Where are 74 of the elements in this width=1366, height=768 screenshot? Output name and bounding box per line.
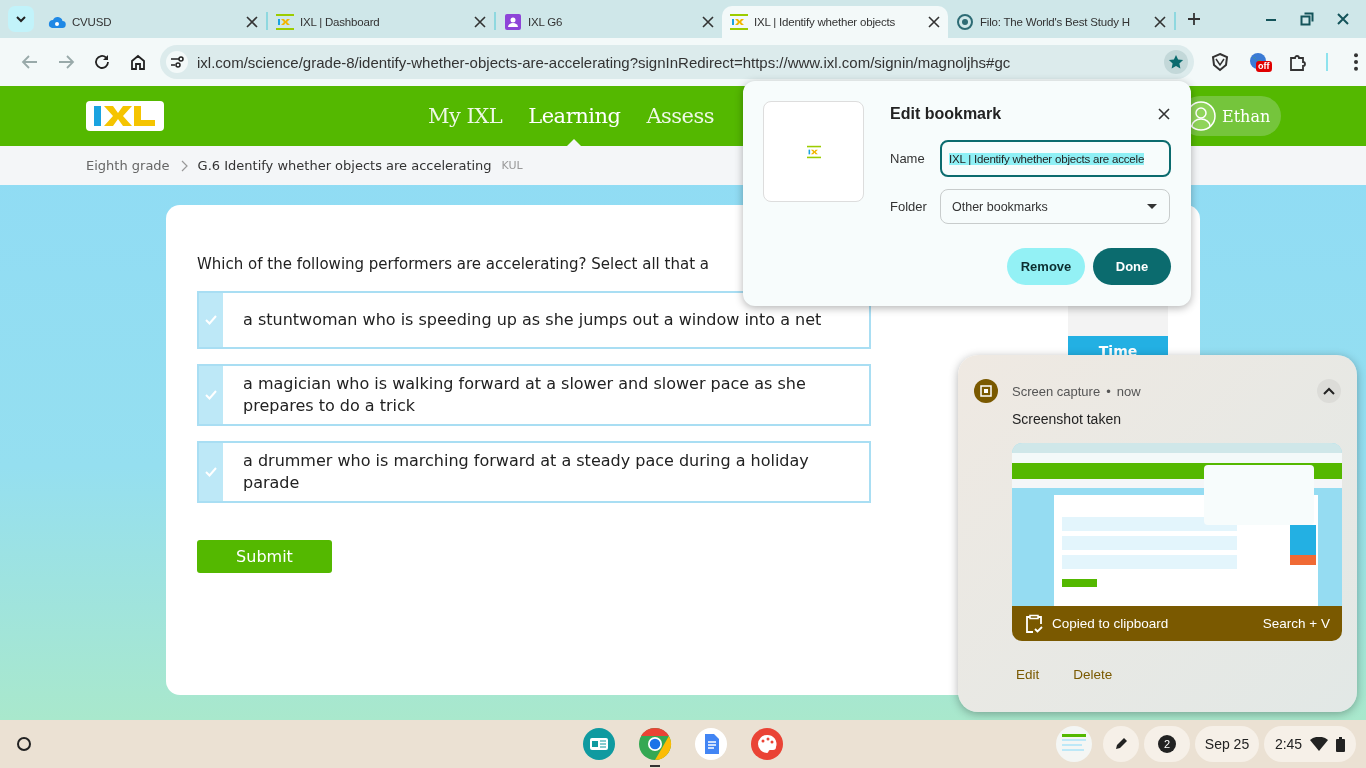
- reload-icon[interactable]: [93, 53, 111, 71]
- field-label: Name: [890, 151, 926, 166]
- person-icon: [504, 14, 522, 30]
- shield-icon[interactable]: [1210, 52, 1230, 72]
- browser-tab[interactable]: IXL | Identify whether objects: [722, 6, 948, 38]
- question-text: Which of the following performers are accelerating? Select all that a: [197, 255, 710, 273]
- address-bar[interactable]: ixl.com/science/grade-8/identify-whether-objects-are-accelerating?signInRedirect=https://www.ixl.com/signin/magnoljhs#gc: [160, 45, 1194, 79]
- breadcrumb-link[interactable]: Eighth grade: [86, 158, 170, 173]
- ixl-logo-icon: [730, 14, 748, 30]
- check-icon: [205, 315, 217, 325]
- launcher-icon[interactable]: [16, 736, 32, 752]
- close-icon[interactable]: [1336, 12, 1350, 26]
- folder-dropdown[interactable]: Other bookmarks: [940, 189, 1170, 224]
- caret-icon: [15, 15, 27, 23]
- notification-action[interactable]: Edit: [1016, 667, 1040, 682]
- field-label: Folder: [890, 199, 928, 214]
- ixl-logo-icon: [806, 144, 821, 159]
- wifi-icon: [1310, 737, 1329, 751]
- paint-palette-icon[interactable]: [750, 727, 784, 761]
- close-icon[interactable]: [702, 16, 714, 28]
- clipboard-check-icon: [1024, 613, 1044, 634]
- name-field[interactable]: IXL | Identify whether objects are accele: [940, 140, 1171, 177]
- chrome-icon[interactable]: [638, 727, 672, 761]
- answer-choice[interactable]: a stuntwoman who is speeding up as she jumps out a window into a net: [197, 291, 871, 349]
- notification-source: Screen capture: [1012, 383, 1101, 399]
- banner-text: Copied to clipboard: [1052, 616, 1169, 631]
- restore-icon[interactable]: [1300, 12, 1314, 26]
- site-settings-icon[interactable]: [170, 55, 184, 69]
- close-icon[interactable]: [1154, 16, 1166, 28]
- docs-icon[interactable]: [694, 727, 728, 761]
- caret-icon: [1323, 387, 1335, 395]
- home-icon[interactable]: [129, 53, 147, 71]
- done-button[interactable]: Done: [1093, 248, 1171, 285]
- ixl-logo-icon: [276, 14, 294, 30]
- breadcrumb-link[interactable]: G.6 Identify whether objects are accelerating: [197, 158, 492, 173]
- puzzle-icon[interactable]: [1288, 52, 1308, 72]
- screen-capture-icon: [974, 379, 998, 403]
- cloud-icon: [48, 14, 66, 30]
- browser-tab[interactable]: IXL G6: [496, 6, 722, 38]
- notification-title: Screenshot taken: [1012, 411, 1122, 427]
- browser-tab[interactable]: Filo: The World's Best Study H: [948, 6, 1174, 38]
- close-icon[interactable]: [246, 16, 258, 28]
- close-icon[interactable]: [1157, 107, 1171, 121]
- news-app-icon[interactable]: [582, 727, 616, 761]
- notification-time: now: [1116, 383, 1141, 399]
- browser-tab[interactable]: CVUSD: [40, 6, 266, 38]
- status-badge: off: [1256, 61, 1272, 72]
- answer-choice[interactable]: a magician who is walking forward at a slower and slower pace as she prepares to do a trick: [197, 364, 871, 426]
- browser-tab[interactable]: IXL | Dashboard: [268, 6, 494, 38]
- chevron-right-icon: [179, 159, 188, 172]
- skill-code: KUL: [501, 159, 523, 172]
- date-button[interactable]: Sep 25: [1195, 726, 1259, 762]
- pen-icon: [1113, 736, 1129, 752]
- separator-dot: •: [1106, 383, 1111, 399]
- remove-button[interactable]: Remove: [1007, 248, 1085, 285]
- collapse-button[interactable]: [1317, 379, 1341, 403]
- answer-choice[interactable]: a drummer who is marching forward at a steady pace during a holiday parade: [197, 441, 871, 503]
- shortcut-hint: Search + V: [1262, 616, 1330, 631]
- battery-icon: [1336, 736, 1346, 752]
- stylus-button[interactable]: [1103, 726, 1139, 762]
- dropdown-arrow-icon: [1147, 204, 1157, 209]
- status-area-button[interactable]: 2:45: [1264, 726, 1356, 762]
- notification-action[interactable]: Delete: [1073, 667, 1113, 682]
- eye-icon: [956, 14, 974, 30]
- close-icon[interactable]: [928, 16, 940, 28]
- new-tab-icon[interactable]: [1186, 11, 1202, 27]
- close-icon[interactable]: [474, 16, 486, 28]
- dialog-title: Edit bookmark: [890, 105, 1002, 123]
- tab-search-button[interactable]: [8, 6, 34, 32]
- notification-tray-button[interactable]: 2: [1144, 726, 1190, 762]
- star-icon[interactable]: [1168, 54, 1184, 70]
- url-text: ixl.com/science/grade-8/identify-whether-objects-are-accelerating?signInRedirect=https://www.ixl.com/signin/magnoljhs#gc: [197, 53, 1012, 71]
- check-icon: [205, 390, 217, 400]
- check-icon: [205, 467, 217, 477]
